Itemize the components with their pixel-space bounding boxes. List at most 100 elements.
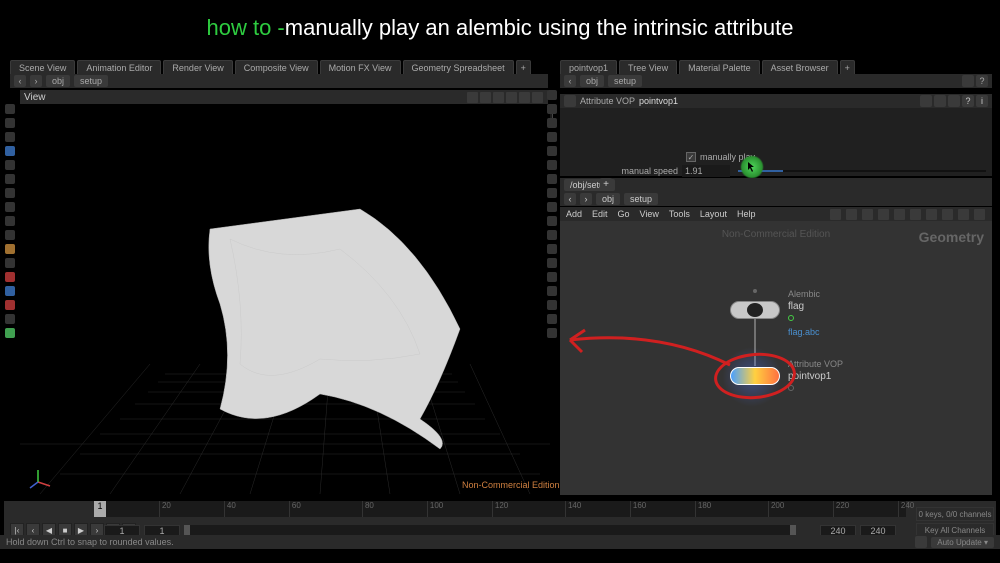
search-icon[interactable] <box>934 95 946 107</box>
net-tool-icon[interactable] <box>910 209 921 220</box>
timeline-playhead[interactable]: 1 <box>94 501 106 517</box>
manual-speed-value[interactable]: 1.91 <box>682 165 730 177</box>
shelf-icon[interactable] <box>547 188 557 198</box>
tab-geo-spreadsheet[interactable]: Geometry Spreadsheet <box>403 60 514 75</box>
shelf-icon[interactable] <box>5 202 15 212</box>
tab-composite-view[interactable]: Composite View <box>235 60 318 75</box>
menu-go[interactable]: Go <box>618 209 630 219</box>
shelf-icon[interactable] <box>5 132 15 142</box>
manual-speed-slider[interactable] <box>738 170 986 172</box>
shelf-icon[interactable] <box>547 328 557 338</box>
manually-play-checkbox[interactable]: ✓ <box>686 152 696 162</box>
tab-anim-editor[interactable]: Animation Editor <box>77 60 161 75</box>
param-name[interactable]: pointvop1 <box>639 96 678 106</box>
node-alembic[interactable] <box>730 301 780 319</box>
shelf-icon[interactable] <box>5 160 15 170</box>
net-tool-icon[interactable] <box>926 209 937 220</box>
gear-icon[interactable] <box>920 95 932 107</box>
menu-help[interactable]: Help <box>737 209 756 219</box>
shelf-icon[interactable] <box>547 174 557 184</box>
reload-icon[interactable] <box>948 95 960 107</box>
shelf-icon[interactable] <box>547 314 557 324</box>
net-tool-icon[interactable] <box>942 209 953 220</box>
tab-asset-browser[interactable]: Asset Browser <box>762 60 838 75</box>
shelf-icon[interactable] <box>547 160 557 170</box>
shelf-icon[interactable] <box>547 146 557 156</box>
net-path-obj[interactable]: obj <box>596 193 620 205</box>
pin-icon[interactable] <box>962 75 974 87</box>
shelf-icon[interactable] <box>547 90 557 100</box>
menu-view[interactable]: View <box>640 209 659 219</box>
shelf-icon[interactable] <box>5 272 15 282</box>
net-tool-icon[interactable] <box>878 209 889 220</box>
3d-viewport[interactable] <box>20 104 550 494</box>
network-tab-add[interactable]: + <box>600 178 612 190</box>
cook-icon[interactable] <box>915 536 927 548</box>
shelf-icon[interactable] <box>547 244 557 254</box>
info-icon[interactable]: i <box>976 95 988 107</box>
view-tool-icon[interactable] <box>506 92 517 103</box>
path-setup-r[interactable]: setup <box>608 75 642 87</box>
tab-material-palette[interactable]: Material Palette <box>679 60 760 75</box>
fwd-icon[interactable]: › <box>30 75 42 87</box>
shelf-icon[interactable] <box>5 314 15 324</box>
shelf-icon[interactable] <box>5 258 15 268</box>
tab-render-view[interactable]: Render View <box>163 60 232 75</box>
shelf-icon[interactable] <box>547 132 557 142</box>
shelf-icon[interactable] <box>547 272 557 282</box>
timeline[interactable]: 1 20 40 60 80 100 120 140 160 180 200 22… <box>94 501 906 517</box>
help-icon[interactable]: ? <box>976 75 988 87</box>
view-tool-icon[interactable] <box>532 92 543 103</box>
path-obj-r[interactable]: obj <box>580 75 604 87</box>
shelf-icon[interactable] <box>547 258 557 268</box>
menu-tools[interactable]: Tools <box>669 209 690 219</box>
menu-layout[interactable]: Layout <box>700 209 727 219</box>
shelf-icon[interactable] <box>5 174 15 184</box>
shelf-icon[interactable] <box>5 146 15 156</box>
back-icon[interactable]: ‹ <box>564 193 576 205</box>
shelf-icon[interactable] <box>547 216 557 226</box>
net-tool-icon[interactable] <box>894 209 905 220</box>
back-icon[interactable]: ‹ <box>14 75 26 87</box>
shelf-icon[interactable] <box>547 118 557 128</box>
net-tool-icon[interactable] <box>830 209 841 220</box>
shelf-icon[interactable] <box>547 230 557 240</box>
net-tool-icon[interactable] <box>846 209 857 220</box>
shelf-icon[interactable] <box>5 328 15 338</box>
view-tool-icon[interactable] <box>467 92 478 103</box>
node-alembic-file[interactable]: flag.abc <box>788 327 820 337</box>
path-setup[interactable]: setup <box>74 75 108 87</box>
shelf-icon[interactable] <box>5 300 15 310</box>
tab-scene-view[interactable]: Scene View <box>10 60 75 75</box>
menu-edit[interactable]: Edit <box>592 209 608 219</box>
net-path-setup[interactable]: setup <box>624 193 658 205</box>
shelf-icon[interactable] <box>5 286 15 296</box>
path-obj[interactable]: obj <box>46 75 70 87</box>
menu-add[interactable]: Add <box>566 209 582 219</box>
view-tool-icon[interactable] <box>480 92 491 103</box>
tab-add-left[interactable]: + <box>516 60 531 75</box>
back-icon[interactable]: ‹ <box>564 75 576 87</box>
shelf-icon[interactable] <box>5 188 15 198</box>
network-view[interactable]: Geometry Non-Commercial Edition Alembic … <box>560 221 992 495</box>
shelf-icon[interactable] <box>547 300 557 310</box>
fwd-icon[interactable]: › <box>580 193 592 205</box>
shelf-icon[interactable] <box>547 286 557 296</box>
net-tool-icon[interactable] <box>862 209 873 220</box>
shelf-icon[interactable] <box>547 202 557 212</box>
shelf-icon[interactable] <box>5 118 15 128</box>
help-icon[interactable]: ? <box>962 95 974 107</box>
view-tool-icon[interactable] <box>519 92 530 103</box>
shelf-icon[interactable] <box>5 216 15 226</box>
shelf-icon[interactable] <box>5 230 15 240</box>
net-tool-icon[interactable] <box>974 209 985 220</box>
tab-tree-view[interactable]: Tree View <box>619 60 677 75</box>
auto-update-dropdown[interactable]: Auto Update ▾ <box>931 537 994 548</box>
view-tool-icon[interactable] <box>493 92 504 103</box>
shelf-icon[interactable] <box>5 244 15 254</box>
shelf-icon[interactable] <box>5 104 15 114</box>
net-tool-icon[interactable] <box>958 209 969 220</box>
shelf-icon[interactable] <box>547 104 557 114</box>
tab-pointvop1[interactable]: pointvop1 <box>560 60 617 75</box>
tab-add-right[interactable]: + <box>840 60 855 75</box>
